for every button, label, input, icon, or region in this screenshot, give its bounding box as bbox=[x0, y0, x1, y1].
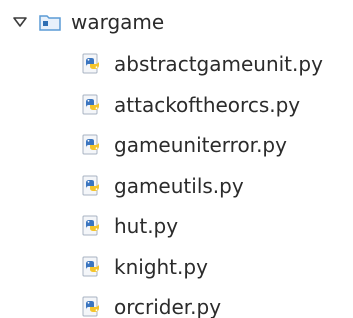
tree-item-file[interactable]: gameuniterror.py bbox=[80, 125, 287, 165]
tree-item-wargame[interactable]: wargame bbox=[12, 2, 164, 42]
file-label: hut.py bbox=[114, 214, 179, 238]
file-label: attackoftheorcs.py bbox=[114, 92, 301, 117]
folder-label: wargame bbox=[71, 10, 165, 34]
tree-item-file[interactable]: hut.py bbox=[80, 206, 178, 246]
python-file-icon bbox=[80, 174, 104, 198]
python-file-icon bbox=[80, 133, 104, 157]
tree-item-file[interactable]: knight.py bbox=[80, 247, 208, 287]
expand-toggle-icon[interactable] bbox=[12, 14, 28, 30]
file-label: gameuniterror.py bbox=[114, 133, 287, 157]
file-label: orcrider.py bbox=[114, 295, 222, 318]
tree-item-file[interactable]: gameutils.py bbox=[80, 166, 244, 206]
tree-item-file[interactable]: orcrider.py bbox=[80, 287, 221, 318]
python-file-icon bbox=[80, 214, 104, 238]
python-file-icon bbox=[80, 255, 104, 279]
tree-item-file[interactable]: abstractgameunit.py bbox=[80, 44, 323, 84]
package-folder-icon bbox=[39, 13, 61, 31]
file-label: knight.py bbox=[114, 254, 208, 279]
python-file-icon bbox=[80, 52, 104, 76]
tree-item-file[interactable]: attackoftheorcs.py bbox=[80, 85, 300, 125]
file-label: gameutils.py bbox=[114, 173, 244, 198]
file-label: abstractgameunit.py bbox=[114, 52, 323, 76]
project-tree: wargame abstractgameunit.py attackoftheo… bbox=[0, 0, 353, 318]
python-file-icon bbox=[80, 295, 104, 318]
python-file-icon bbox=[80, 93, 104, 117]
